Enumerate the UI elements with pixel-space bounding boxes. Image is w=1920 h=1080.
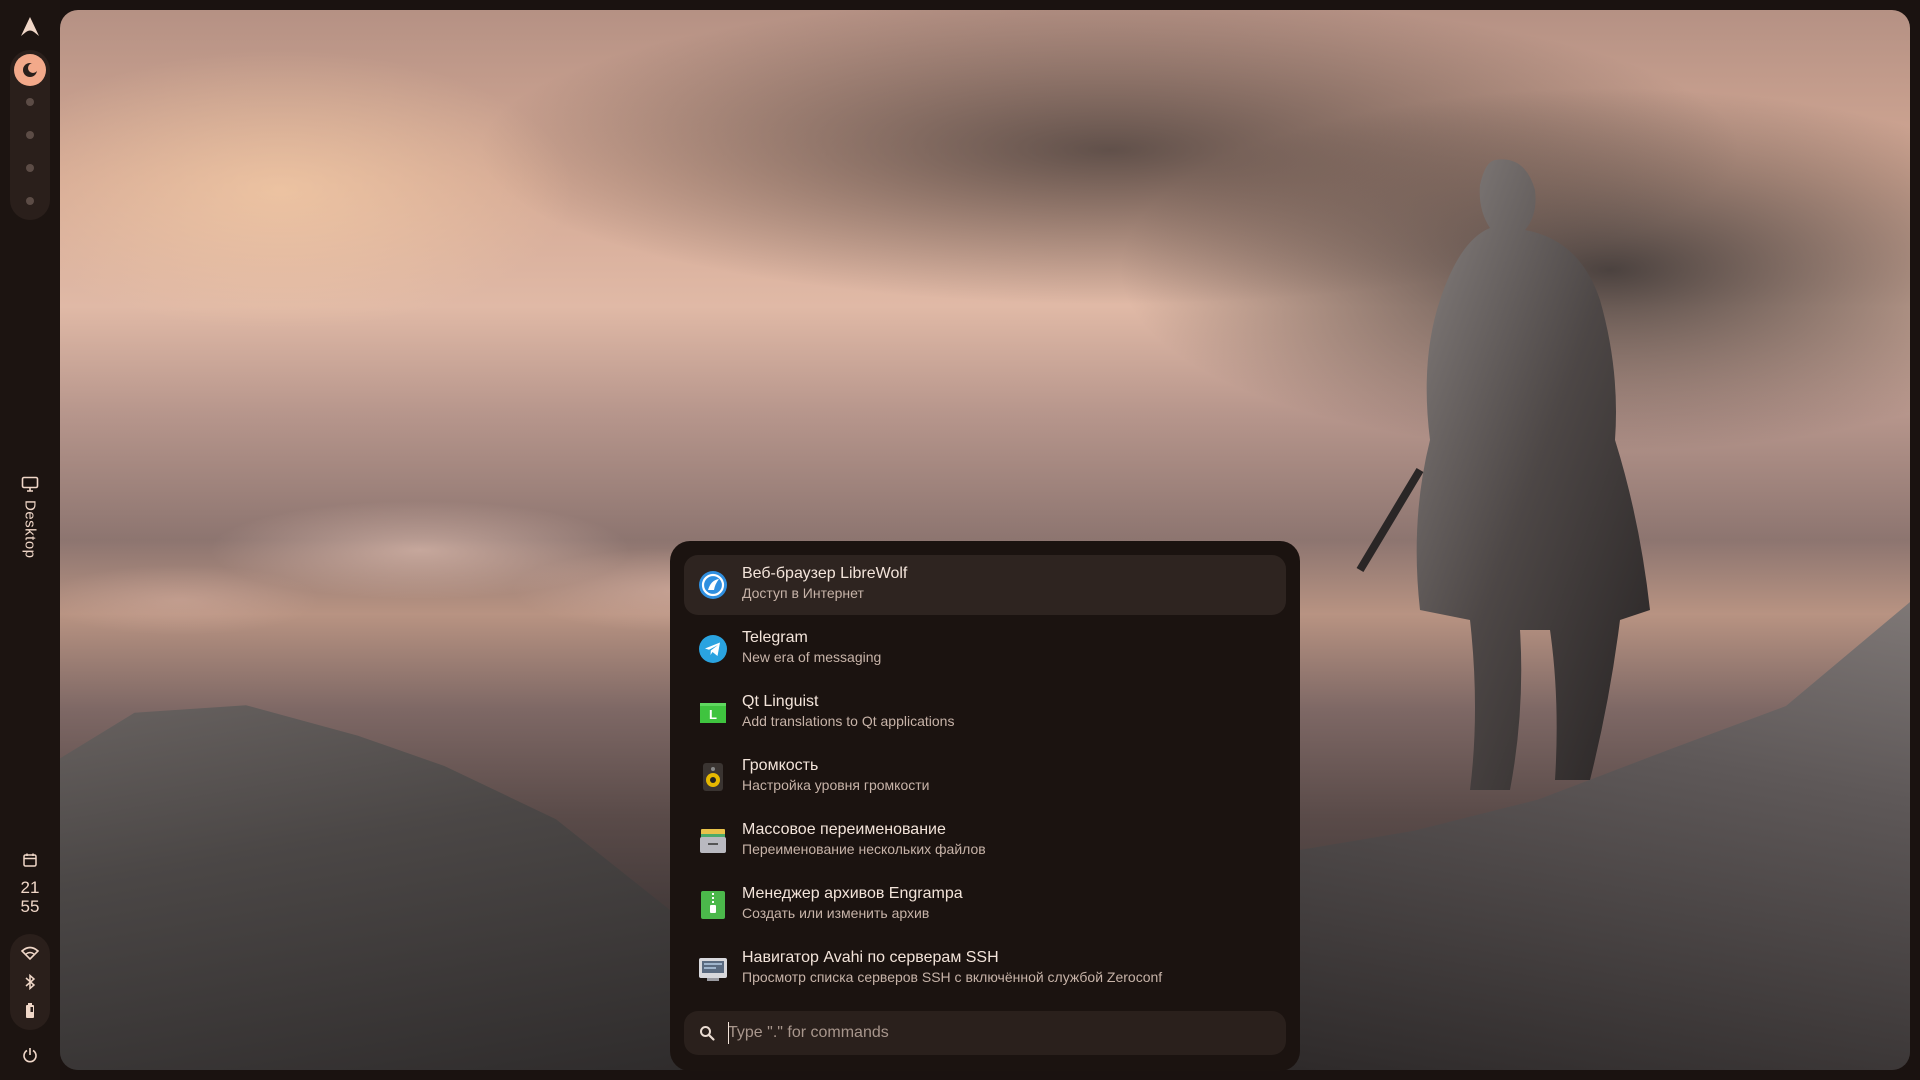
clock-minute: 55 (20, 897, 40, 916)
app-name: Менеджер архивов Engrampa (742, 885, 963, 902)
app-name: Telegram (742, 629, 808, 646)
qt-linguist-icon: L (698, 698, 728, 728)
search-bar[interactable] (684, 1011, 1286, 1055)
app-item-engrampa[interactable]: Менеджер архивов Engrampa Создать или из… (684, 875, 1286, 935)
app-description: Создать или изменить архив (742, 905, 930, 921)
moon-icon (23, 63, 38, 77)
app-description: Add translations to Qt applications (742, 713, 955, 729)
wallpaper-rock-left (60, 705, 680, 1070)
svg-text:L: L (709, 707, 717, 722)
clock-hour: 21 (20, 878, 40, 897)
side-bar: Desktop 21 55 (0, 0, 60, 1080)
app-name: Qt Linguist (742, 693, 819, 710)
workspace-4[interactable] (26, 164, 34, 172)
workspace-switcher (10, 50, 50, 220)
wifi-icon[interactable] (10, 946, 50, 960)
clock[interactable]: 21 55 (0, 852, 60, 916)
app-description: Доступ в Интернет (742, 585, 864, 601)
app-list: Веб-браузер LibreWolf Доступ в Интернет … (684, 555, 1286, 1003)
app-description: Переименование нескольких файлов (742, 841, 986, 857)
search-input[interactable] (728, 1021, 1268, 1045)
system-tray (10, 934, 50, 1030)
app-item-telegram[interactable]: Telegram New era of messaging (684, 619, 1286, 679)
app-item-volume[interactable]: Громкость Настройка уровня громкости (684, 747, 1286, 807)
search-icon (700, 1026, 715, 1041)
app-description: New era of messaging (742, 649, 882, 665)
app-name: Громкость (742, 757, 819, 774)
telegram-icon (698, 634, 728, 664)
desktop-label: Desktop (21, 500, 39, 559)
workspace-3[interactable] (26, 131, 34, 139)
workspace-1-active[interactable] (14, 54, 46, 86)
wallpaper-knight-figure (1356, 159, 1650, 790)
archive-manager-icon (698, 890, 728, 920)
workspace-2[interactable] (26, 98, 34, 106)
app-item-bulk-rename[interactable]: Массовое переименование Переименование н… (684, 811, 1286, 871)
calendar-icon (23, 853, 37, 867)
battery-icon[interactable] (10, 1002, 50, 1020)
text-caret (728, 1022, 729, 1044)
app-name: Массовое переименование (742, 821, 946, 838)
workspace-5[interactable] (26, 197, 34, 205)
app-item-librewolf[interactable]: Веб-браузер LibreWolf Доступ в Интернет (684, 555, 1286, 615)
app-name: Навигатор Avahi по серверам SSH (742, 949, 999, 966)
active-window-indicator[interactable]: Desktop (14, 476, 46, 586)
app-name: Веб-браузер LibreWolf (742, 565, 908, 582)
app-launcher: Веб-браузер LibreWolf Доступ в Интернет … (670, 541, 1300, 1071)
power-icon[interactable] (0, 1044, 60, 1066)
app-item-qt-linguist[interactable]: L Qt Linguist Add translations to Qt app… (684, 683, 1286, 743)
librewolf-icon (698, 570, 728, 600)
app-description: Просмотр списка серверов SSH с включённо… (742, 969, 1163, 985)
bluetooth-icon[interactable] (10, 974, 50, 990)
bulk-rename-icon (698, 826, 728, 856)
app-description: Настройка уровня громкости (742, 777, 930, 793)
volume-speaker-icon (698, 762, 728, 792)
app-item-avahi-ssh[interactable]: Навигатор Avahi по серверам SSH Просмотр… (684, 939, 1286, 999)
arch-logo-icon[interactable] (0, 10, 60, 44)
monitor-icon (21, 476, 39, 492)
ssh-network-icon (698, 954, 728, 984)
